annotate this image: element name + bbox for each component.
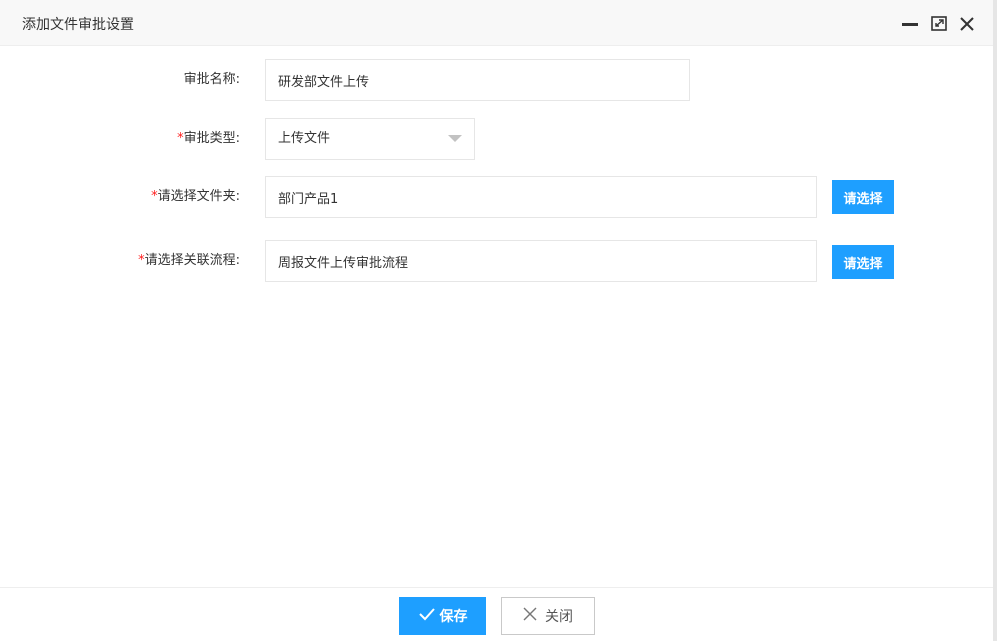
flow-input[interactable] xyxy=(265,240,817,282)
save-button[interactable]: 保存 xyxy=(399,597,486,635)
form-row-folder: *请选择文件夹: 请选择 xyxy=(0,176,993,218)
check-icon xyxy=(418,605,436,627)
form-row-type: *审批类型: 上传文件 xyxy=(0,118,993,160)
save-label: 保存 xyxy=(439,609,468,625)
close-icon[interactable] xyxy=(957,12,977,34)
window-edge xyxy=(993,0,997,641)
select-folder-button[interactable]: 请选择 xyxy=(832,180,894,214)
approval-type-value: 上传文件 xyxy=(278,131,331,146)
folder-input[interactable] xyxy=(265,176,817,218)
type-label: *审批类型: xyxy=(177,131,240,146)
name-label: 审批名称: xyxy=(183,72,240,87)
approval-settings-dialog: 添加文件审批设置 审批名称: *审批类型: 上传文件 xyxy=(0,0,993,641)
maximize-icon[interactable] xyxy=(929,12,949,34)
folder-label: *请选择文件夹: xyxy=(151,189,240,204)
approval-name-input[interactable] xyxy=(265,59,690,101)
minimize-icon[interactable] xyxy=(900,12,920,34)
chevron-down-icon xyxy=(448,135,462,142)
flow-label: *请选择关联流程: xyxy=(138,253,240,268)
x-icon xyxy=(523,607,537,625)
form-row-flow: *请选择关联流程: 请选择 xyxy=(0,240,993,282)
dialog-title: 添加文件审批设置 xyxy=(22,17,134,33)
approval-type-select[interactable]: 上传文件 xyxy=(265,118,475,160)
close-button[interactable]: 关闭 xyxy=(501,597,595,635)
dialog-titlebar: 添加文件审批设置 xyxy=(0,0,993,46)
form-row-name: 审批名称: xyxy=(0,59,993,101)
close-label: 关闭 xyxy=(545,609,573,625)
select-flow-button[interactable]: 请选择 xyxy=(832,245,894,279)
dialog-footer: 保存 关闭 xyxy=(0,587,993,641)
